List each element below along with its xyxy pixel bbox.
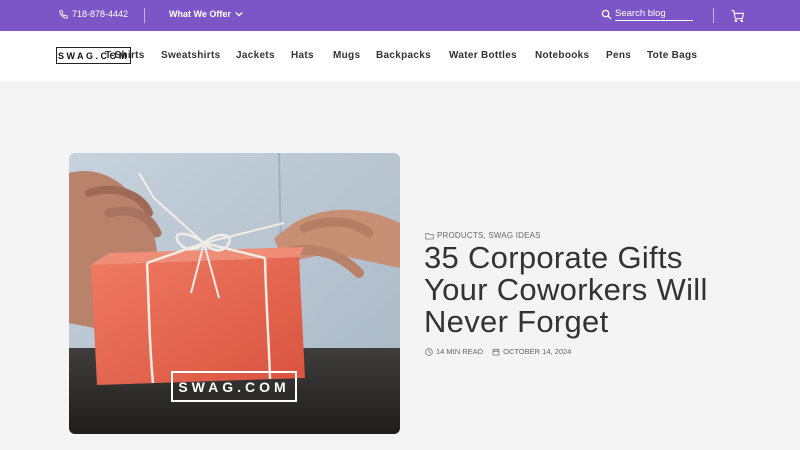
nav-item-hats[interactable]: Hats	[291, 50, 314, 61]
cart-icon	[731, 10, 745, 23]
nav-item-jackets[interactable]: Jackets	[236, 50, 275, 61]
site-logo[interactable]: SWAG.COM	[56, 47, 131, 64]
article-hero-image[interactable]: SWAG.COM	[69, 153, 400, 434]
search-input[interactable]	[615, 8, 693, 21]
clock-icon	[425, 347, 433, 356]
top-bar: 718-878-4442 What We Offer	[0, 0, 800, 31]
nav-item-notebooks[interactable]: Notebooks	[535, 50, 589, 61]
article-meta: 14 MIN READ OCTOBER 14, 2024	[425, 347, 580, 356]
categories-text: PRODUCTS, SWAG IDEAS	[437, 231, 541, 240]
read-time: 14 MIN READ	[425, 347, 483, 356]
blog-search	[601, 8, 693, 21]
nav-item-backpacks[interactable]: Backpacks	[376, 50, 431, 61]
nav-item-water-bottles[interactable]: Water Bottles	[449, 50, 517, 61]
top-divider	[144, 8, 145, 23]
publish-date: OCTOBER 14, 2024	[492, 347, 571, 356]
phone-link[interactable]: 718-878-4442	[59, 9, 128, 19]
nav-item-sweatshirts[interactable]: Sweatshirts	[161, 50, 220, 61]
article-title[interactable]: 35 Corporate Gifts Your Coworkers Will N…	[424, 242, 754, 338]
article-categories[interactable]: PRODUCTS, SWAG IDEAS	[425, 231, 541, 240]
read-time-text: 14 MIN READ	[436, 347, 484, 356]
phone-icon	[59, 9, 68, 19]
image-watermark-logo: SWAG.COM	[171, 371, 297, 402]
search-icon[interactable]	[601, 9, 612, 20]
nav-item-tote-bags[interactable]: Tote Bags	[647, 50, 697, 61]
top-divider	[713, 8, 714, 23]
folder-icon	[425, 232, 434, 239]
nav-item-mugs[interactable]: Mugs	[333, 50, 360, 61]
nav-item-pens[interactable]: Pens	[606, 50, 631, 61]
main-nav: T-Shirts SWAG.COM Sweatshirts Jackets Ha…	[0, 31, 800, 81]
calendar-icon	[492, 348, 500, 355]
phone-number: 718-878-4442	[72, 9, 129, 19]
chevron-down-icon	[235, 11, 243, 17]
what-we-offer-menu[interactable]: What We Offer	[169, 9, 243, 19]
publish-date-text: OCTOBER 14, 2024	[503, 347, 572, 356]
cart-button[interactable]	[731, 9, 745, 27]
what-we-offer-label: What We Offer	[169, 9, 231, 19]
